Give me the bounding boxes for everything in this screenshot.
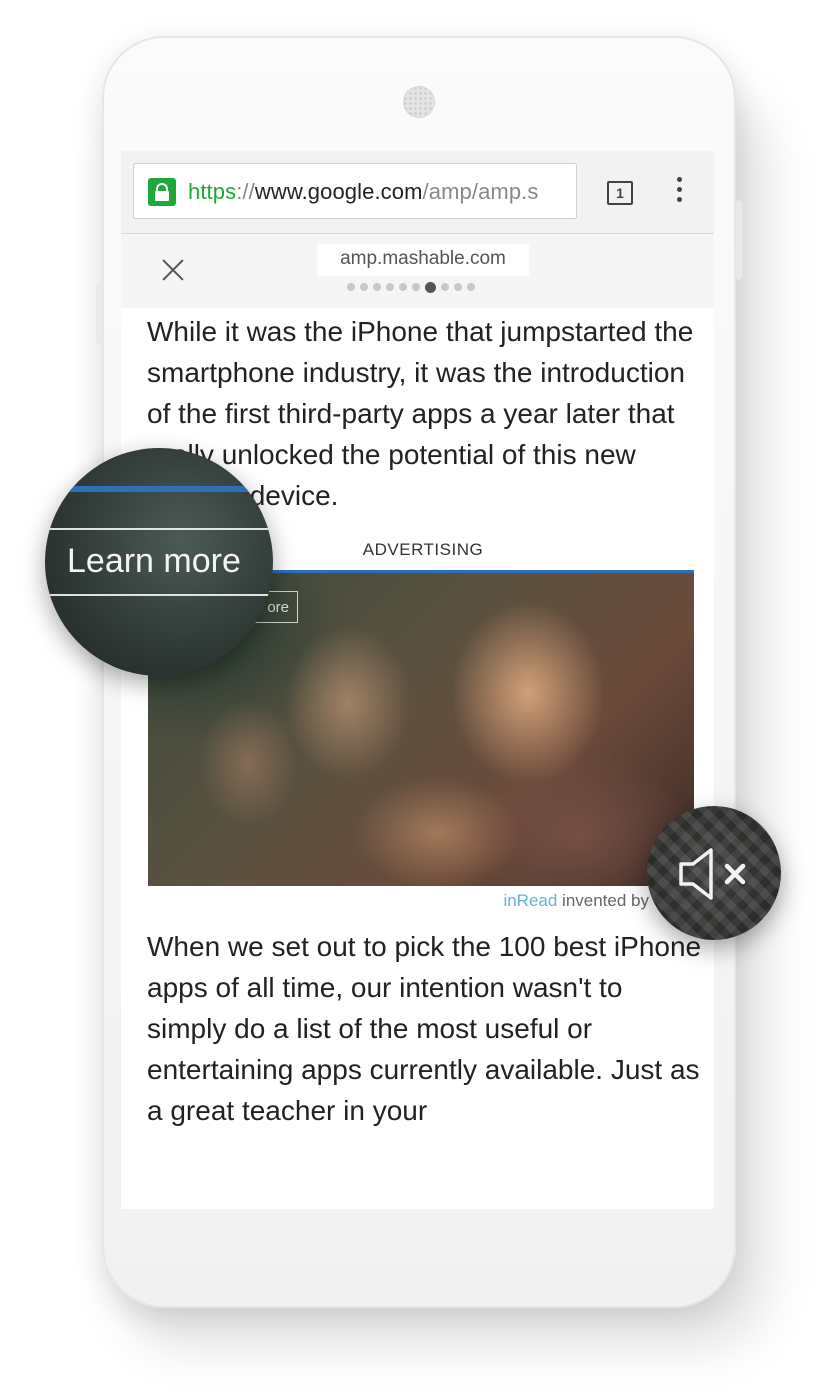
speaker-grille (403, 86, 435, 118)
address-bar[interactable]: https://www.google.com/amp/amp.s (133, 163, 577, 219)
carousel-dot[interactable] (441, 283, 449, 291)
learn-more-zoom-bubble: Learn more (45, 448, 273, 676)
tab-switcher-button[interactable]: 1 (607, 181, 633, 205)
overflow-menu-icon[interactable] (669, 177, 689, 207)
amp-domain[interactable]: amp.mashable.com (317, 244, 529, 276)
url-scheme: https (188, 179, 237, 204)
url-text: https://www.google.com/amp/amp.s (188, 179, 538, 205)
url-path: /amp/amp.s (422, 179, 539, 204)
carousel-dot[interactable] (347, 283, 355, 291)
secure-lock-icon (148, 178, 176, 206)
carousel-dot[interactable] (386, 283, 394, 291)
ad-attribution[interactable]: inRead invented by (121, 891, 649, 911)
url-host: www.google.com (254, 179, 423, 204)
button-border-top (45, 528, 273, 530)
power-button (736, 200, 742, 280)
carousel-dot[interactable] (467, 283, 475, 291)
amp-viewer-header: amp.mashable.com (121, 234, 714, 308)
ad-attribution-text: invented by (557, 891, 649, 910)
button-border-bottom (45, 594, 273, 596)
mute-zoom-bubble (647, 806, 781, 940)
volume-button (96, 285, 102, 345)
ad-border-accent (45, 486, 273, 492)
url-separator: :// (236, 179, 255, 204)
carousel-dot[interactable] (373, 283, 381, 291)
inread-brand: inRead (503, 891, 558, 910)
carousel-dot[interactable] (412, 283, 420, 291)
article-paragraph-2: When we set out to pick the 100 best iPh… (147, 931, 702, 1126)
carousel-dot[interactable] (454, 283, 462, 291)
close-icon[interactable] (161, 258, 185, 282)
browser-toolbar: https://www.google.com/amp/amp.s 1 (121, 151, 714, 234)
learn-more-zoom-label: Learn more (67, 542, 241, 580)
carousel-dot[interactable] (360, 283, 368, 291)
phone-screen: https://www.google.com/amp/amp.s 1 amp.m… (121, 151, 714, 1209)
carousel-dots (347, 281, 475, 293)
carousel-dot[interactable] (399, 283, 407, 291)
carousel-dot-active[interactable] (425, 281, 436, 293)
speaker-muted-icon[interactable] (677, 846, 753, 902)
